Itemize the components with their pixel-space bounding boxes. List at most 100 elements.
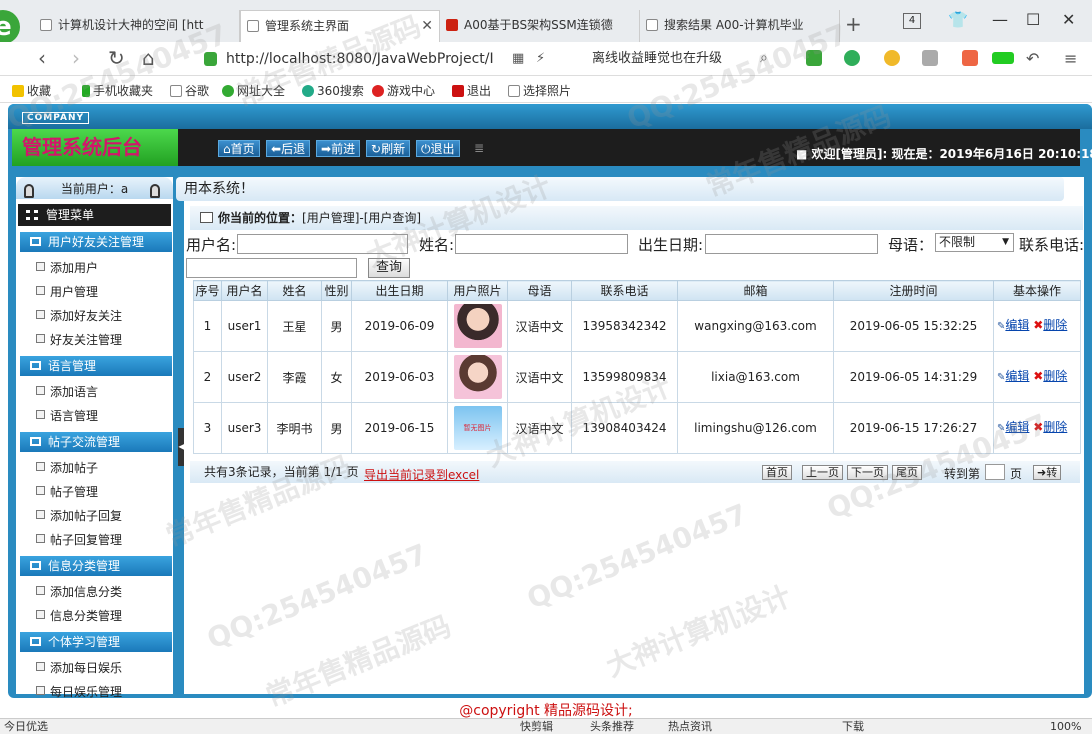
- delete-link[interactable]: 删除: [1043, 318, 1067, 332]
- browser-search-box[interactable]: 离线收益睡觉也在升级: [592, 48, 782, 70]
- bookmark-google[interactable]: 谷歌: [170, 82, 209, 99]
- home-icon[interactable]: ⌂: [142, 46, 155, 70]
- scissors-icon[interactable]: [806, 50, 822, 66]
- menu-item-user-manage[interactable]: 用户管理: [36, 283, 98, 300]
- apps-icon[interactable]: [962, 50, 978, 66]
- cell-name: 王星: [267, 300, 322, 352]
- cell-no: 3: [193, 402, 222, 454]
- bookmark-games[interactable]: 游戏中心: [372, 82, 435, 99]
- lightning-icon[interactable]: ⚡: [536, 51, 545, 66]
- browser-logo-icon: e: [0, 10, 20, 44]
- menu-item-add-post[interactable]: 添加帖子: [36, 459, 98, 476]
- tab-label: 搜索结果 A00-计算机毕业: [664, 18, 804, 32]
- menu-item-add-fun[interactable]: 添加每日娱乐: [36, 659, 122, 676]
- menu-group-language[interactable]: 语言管理: [20, 356, 172, 376]
- home-button[interactable]: ⌂首页: [218, 140, 260, 157]
- next-page-button[interactable]: 下一页: [847, 465, 888, 480]
- shirt-icon[interactable]: 👕: [948, 10, 968, 29]
- close-icon[interactable]: ✕: [421, 11, 433, 41]
- menu-item-reply-manage[interactable]: 帖子回复管理: [36, 531, 122, 548]
- cell-reg-time: 2019-06-15 17:26:27: [833, 402, 994, 454]
- menu-item-friend-manage[interactable]: 好友关注管理: [36, 331, 122, 348]
- forward-button[interactable]: ➡前进: [316, 140, 361, 157]
- status-item-download[interactable]: 下载: [842, 719, 864, 735]
- birth-input[interactable]: [705, 234, 878, 254]
- reload-icon[interactable]: ↻: [108, 46, 125, 70]
- menu-item-add-reply[interactable]: 添加帖子回复: [36, 507, 122, 524]
- username-input[interactable]: [237, 234, 408, 254]
- address-bar[interactable]: http://localhost:8080/JavaWebProject/I: [196, 47, 556, 71]
- browser-tab-1[interactable]: 计算机设计大神的空间 [htt: [34, 10, 240, 42]
- tab-count-badge[interactable]: 4: [903, 13, 921, 29]
- doc-icon: [36, 510, 45, 519]
- bookmark-mobile[interactable]: 手机收藏夹: [82, 82, 153, 99]
- translate-icon[interactable]: [844, 50, 860, 66]
- menu-group-category[interactable]: 信息分类管理: [20, 556, 172, 576]
- edit-link[interactable]: 编辑: [1005, 318, 1029, 332]
- bookmark-favorites[interactable]: 收藏: [12, 82, 51, 99]
- first-page-button[interactable]: 首页: [762, 465, 792, 480]
- book-icon: [200, 212, 213, 223]
- zoom-level[interactable]: 100%: [1050, 719, 1081, 735]
- query-button[interactable]: 查询: [368, 258, 410, 278]
- forward-icon[interactable]: ›: [72, 46, 80, 70]
- language-select[interactable]: 不限制 ▼: [935, 233, 1014, 252]
- undo-icon[interactable]: ↶: [1026, 49, 1039, 68]
- menu-item-fun-manage[interactable]: 每日娱乐管理: [36, 683, 122, 700]
- menu-item-add-category[interactable]: 添加信息分类: [36, 583, 122, 600]
- menu-title: 管理菜单: [18, 204, 171, 226]
- goto-page-input[interactable]: [985, 464, 1005, 480]
- browser-tab-2[interactable]: 管理系统主界面 ✕: [240, 10, 440, 42]
- menu-item-category-manage[interactable]: 信息分类管理: [36, 607, 122, 624]
- menu-group-study[interactable]: 个体学习管理: [20, 632, 172, 652]
- status-item-clip[interactable]: 快剪辑: [520, 719, 553, 735]
- logout-button[interactable]: ⏻退出: [416, 140, 460, 157]
- col-header: 序号: [193, 280, 222, 301]
- export-excel-link[interactable]: 导出当前记录到excel: [364, 466, 479, 483]
- browser-tab-4[interactable]: 搜索结果 A00-计算机毕业: [640, 10, 840, 42]
- menu-icon[interactable]: ≡: [1064, 49, 1077, 68]
- last-page-button[interactable]: 尾页: [892, 465, 922, 480]
- battery-icon[interactable]: [992, 52, 1014, 64]
- back-icon[interactable]: ‹: [38, 46, 46, 70]
- edit-link[interactable]: 编辑: [1005, 420, 1029, 434]
- new-tab-icon[interactable]: +: [845, 12, 862, 36]
- edit-link[interactable]: 编辑: [1005, 369, 1029, 383]
- list-icon[interactable]: ≣: [470, 140, 488, 157]
- globe-icon: [222, 85, 234, 97]
- name-input[interactable]: [455, 234, 628, 254]
- close-window-icon[interactable]: ✕: [1062, 10, 1075, 29]
- maximize-icon[interactable]: ☐: [1026, 10, 1040, 29]
- bookmark-exit[interactable]: 退出: [452, 82, 491, 99]
- bookmarks-bar: 收藏 手机收藏夹 谷歌 网址大全 360搜索 游戏中心 退出 选择照片: [0, 77, 1092, 103]
- delete-link[interactable]: 删除: [1043, 369, 1067, 383]
- status-item-headline[interactable]: 头条推荐: [590, 719, 634, 735]
- bookmark-sites[interactable]: 网址大全: [222, 82, 285, 99]
- cell-phone: 13908403424: [571, 402, 678, 454]
- bookmark-360[interactable]: 360搜索: [302, 82, 364, 99]
- menu-item-post-manage[interactable]: 帖子管理: [36, 483, 98, 500]
- menu-item-add-user[interactable]: 添加用户: [36, 259, 98, 276]
- refresh-button[interactable]: ↻刷新: [366, 140, 411, 157]
- menu-item-add-language[interactable]: 添加语言: [36, 383, 98, 400]
- prev-page-button[interactable]: 上一页: [802, 465, 843, 480]
- phone-input[interactable]: [186, 258, 357, 278]
- cell-gender: 男: [321, 300, 352, 352]
- menu-item-language-manage[interactable]: 语言管理: [36, 407, 98, 424]
- menu-group-user[interactable]: 用户好友关注管理: [20, 232, 172, 252]
- status-left-text[interactable]: 今日优选: [4, 719, 48, 735]
- status-item-news[interactable]: 热点资讯: [668, 719, 712, 735]
- chat-icon[interactable]: [922, 50, 938, 66]
- delete-link[interactable]: 删除: [1043, 420, 1067, 434]
- search-icon[interactable]: ⌕: [760, 50, 768, 66]
- go-button[interactable]: ➜转: [1033, 465, 1062, 480]
- menu-group-post[interactable]: 帖子交流管理: [20, 432, 172, 452]
- minimize-icon[interactable]: —: [992, 10, 1008, 29]
- doc-icon: [36, 534, 45, 543]
- menu-item-add-friend[interactable]: 添加好友关注: [36, 307, 122, 324]
- qr-icon[interactable]: ▦: [512, 51, 524, 66]
- bookmark-photo[interactable]: 选择照片: [508, 82, 571, 99]
- browser-tab-3[interactable]: A00基于BS架构SSM连锁德: [440, 10, 640, 42]
- back-button[interactable]: ⬅后退: [266, 140, 311, 157]
- coin-icon[interactable]: [884, 50, 900, 66]
